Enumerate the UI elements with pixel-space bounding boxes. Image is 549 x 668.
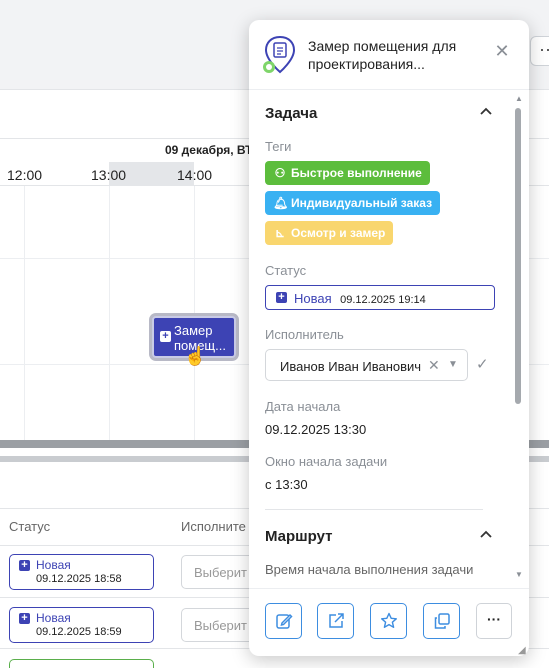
chevron-up-icon[interactable] — [479, 103, 493, 119]
close-icon[interactable]: ✕ — [493, 42, 511, 60]
open-external-button[interactable] — [317, 603, 354, 639]
hand-cursor-icon: ☝ — [184, 346, 207, 366]
more-menu-button[interactable]: ··· — [530, 36, 549, 66]
tag-fast[interactable]: ⚇ Быстрое выполнение — [265, 161, 430, 185]
tag-individual[interactable]: 🔔︎ Индивидуальный заказ — [265, 191, 441, 215]
task-pin-icon — [263, 35, 296, 74]
section-title-task: Задача — [265, 105, 318, 122]
star-icon — [381, 612, 397, 628]
task-popup: Замер помещения для проектирования... ✕ … — [249, 20, 529, 656]
edit-icon — [276, 613, 293, 629]
popup-body: Задача Теги ⚇ Быстрое выполнение 🔔︎ Индиви… — [249, 90, 529, 588]
chevron-down-icon[interactable]: ▼ — [448, 359, 458, 370]
open-external-icon — [329, 613, 344, 628]
plus-icon: + — [276, 292, 287, 303]
vertical-scrollbar[interactable] — [515, 108, 521, 404]
column-header-status[interactable]: Статус — [9, 519, 50, 534]
route-start-time-label: Время начала выполнения задачи — [265, 562, 474, 577]
check-icon[interactable]: ✓ — [476, 355, 489, 373]
start-window-label: Окно начала задачи — [265, 454, 388, 469]
divider — [265, 509, 483, 510]
plus-icon: + — [19, 613, 30, 624]
start-date-label: Дата начала — [265, 399, 341, 414]
people-icon: ⚇ — [274, 166, 286, 180]
clear-icon[interactable]: ✕ — [428, 357, 440, 374]
start-date-value: 09.12.2025 13:30 — [265, 422, 367, 437]
status-badge[interactable]: + Новая 09.12.2025 18:58 — [9, 554, 154, 590]
plus-icon: + — [19, 560, 30, 571]
scroll-up-icon[interactable]: ▲ — [515, 94, 523, 103]
status-badge[interactable]: + Новая 09.12.2025 19:14 — [265, 285, 495, 310]
popup-header: Замер помещения для проектирования... ✕ — [249, 20, 529, 90]
copy-button[interactable] — [423, 603, 460, 639]
edit-button[interactable] — [265, 603, 302, 639]
plus-icon: + — [160, 331, 171, 342]
hour-label: 14:00 — [177, 167, 213, 183]
section-title-route: Маршрут — [265, 528, 333, 545]
copy-icon — [434, 613, 450, 629]
status-badge[interactable]: + Новая 09.12.2025 18:59 — [9, 607, 154, 643]
popup-title: Замер помещения для проектирования... — [308, 38, 457, 72]
hour-label: 13:00 — [91, 167, 127, 183]
resize-handle-icon[interactable]: ◢ — [518, 645, 526, 656]
status-badge[interactable] — [9, 659, 154, 668]
tag-inspection[interactable]: ⊾ Осмотр и замер — [265, 221, 394, 245]
hour-label: 12:00 — [7, 167, 43, 183]
more-icon[interactable]: ··· — [476, 603, 512, 639]
start-window-value: с 13:30 — [265, 477, 308, 492]
favorite-button[interactable] — [370, 603, 407, 639]
column-header-executor[interactable]: Исполните — [181, 519, 246, 534]
day-label: 09 декабря, ВТ — [165, 143, 253, 157]
event-label-line1: Замер — [174, 323, 213, 338]
bell-icon: 🔔︎ — [273, 196, 289, 210]
scroll-down-icon[interactable]: ▼ — [515, 570, 523, 579]
executor-label: Исполнитель — [265, 327, 344, 342]
ruler-icon: ⊾ — [274, 226, 286, 240]
chevron-up-icon[interactable] — [479, 526, 493, 542]
status-label: Статус — [265, 263, 307, 278]
tags-label: Теги — [265, 139, 292, 154]
